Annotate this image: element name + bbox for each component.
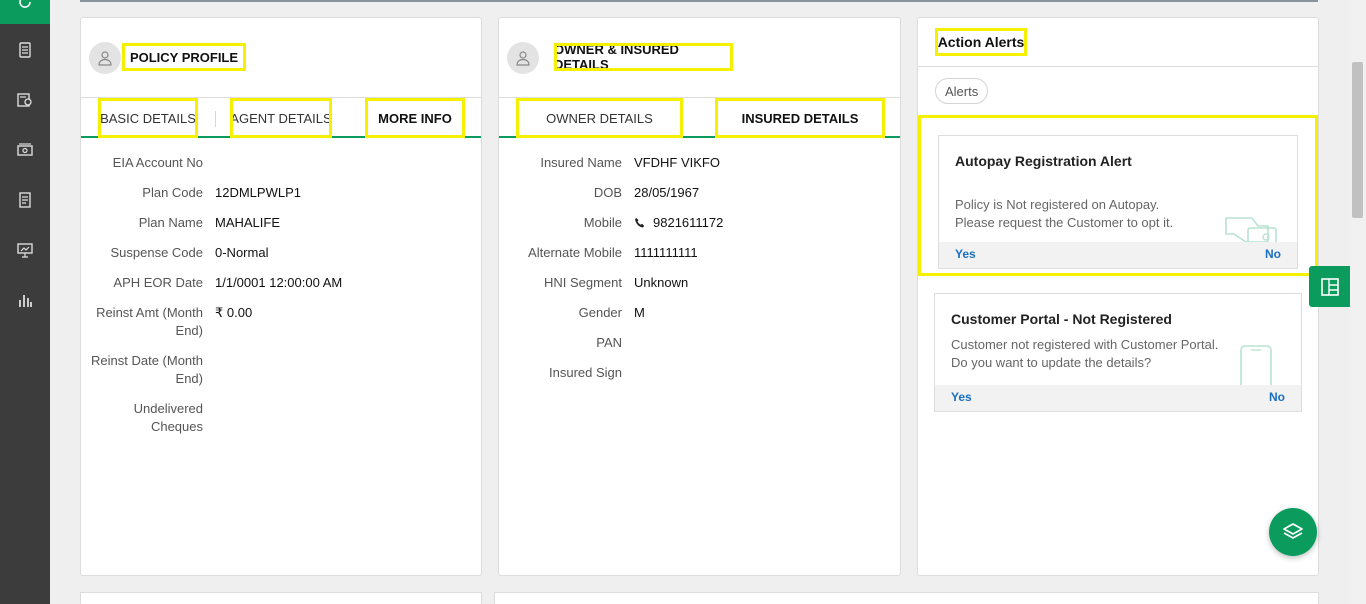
field-label: Insured Name	[540, 155, 622, 170]
user-icon	[98, 51, 112, 66]
scrollbar-thumb[interactable]	[1352, 62, 1363, 218]
field-value: Unknown	[634, 275, 689, 290]
field-label: Suspense Code	[110, 245, 203, 260]
owner-insured-tabs: OWNER DETAILS INSURED DETAILS	[499, 98, 900, 138]
tab-more-info[interactable]: MORE INFO	[365, 98, 465, 138]
document-icon[interactable]	[15, 40, 35, 60]
field-label: EIA Account No	[112, 155, 203, 170]
layers-fab-button[interactable]	[1269, 508, 1317, 556]
alert-line: Do you want to update the details?	[951, 355, 1152, 370]
field-value: 0-Normal	[215, 245, 269, 260]
phone-icon	[635, 218, 645, 228]
owner-insured-card: OWNER & INSURED DETAILS OWNER DETAILS IN…	[498, 17, 901, 576]
field-value: 9821611172	[653, 215, 724, 230]
money-icon[interactable]	[15, 140, 35, 160]
field-label: DOB	[593, 185, 622, 200]
field-label: Insured Sign	[549, 365, 622, 380]
field-label: Alternate Mobile	[528, 245, 622, 260]
tab-insured-details[interactable]: INSURED DETAILS	[715, 98, 885, 138]
field-value: 28/05/1967	[634, 185, 700, 200]
field-value: VFDHF VIKFO	[634, 155, 720, 170]
alert-footer: Yes No	[935, 385, 1301, 411]
alert-line: Policy is Not registered on Autopay.	[955, 197, 1160, 212]
field-value: MAHALIFE	[215, 215, 281, 230]
field-label: Reinst Amt (Month End)	[96, 305, 203, 338]
field-label: APH EOR Date	[113, 275, 203, 290]
tab-agent-details[interactable]: AGENT DETAILS	[230, 98, 332, 138]
refresh-icon	[19, 0, 31, 8]
lower-card	[494, 592, 1319, 604]
mobile-phone-icon	[1240, 345, 1272, 386]
policy-profile-card: POLICY PROFILE BASIC DETAILS AGENT DETAI…	[80, 17, 482, 576]
field-value: 1/1/0001 12:00:00 AM	[215, 275, 343, 290]
field-value: ₹ 0.00	[215, 305, 253, 320]
card-header: POLICY PROFILE	[81, 18, 481, 98]
field-label: PAN	[596, 335, 622, 350]
policy-profile-tabs: BASIC DETAILS AGENT DETAILS MORE INFO	[81, 98, 481, 138]
yes-button[interactable]: Yes	[951, 390, 972, 404]
layout-icon	[1320, 277, 1339, 296]
header-divider	[80, 0, 1318, 2]
autopay-alert-card: Autopay Registration Alert Policy is Not…	[938, 135, 1298, 269]
field-label: Reinst Date (Month End)	[91, 353, 203, 386]
avatar	[507, 42, 539, 74]
tab-separator	[215, 111, 216, 127]
alert-line: Customer not registered with Customer Po…	[951, 337, 1219, 352]
yes-button[interactable]: Yes	[955, 247, 976, 261]
divider	[918, 66, 1318, 67]
layout-toggle-button[interactable]	[1309, 266, 1350, 307]
alert-title: Autopay Registration Alert	[955, 153, 1132, 169]
alert-line: Please request the Customer to opt it.	[955, 215, 1174, 230]
left-sidebar	[0, 0, 50, 604]
avatar	[89, 42, 121, 74]
card-header: OWNER & INSURED DETAILS	[499, 18, 900, 98]
alerts-filter-pill[interactable]: Alerts	[935, 78, 989, 104]
field-label: HNI Segment	[543, 275, 622, 290]
policy-search-icon[interactable]	[15, 90, 35, 110]
field-value: 1111111111	[634, 245, 698, 260]
lower-card	[80, 592, 482, 604]
sidebar-active-item[interactable]	[0, 0, 50, 24]
field-label: Plan Name	[138, 215, 203, 230]
field-label: Plan Code	[142, 185, 203, 200]
bar-chart-icon[interactable]	[15, 290, 35, 310]
user-icon	[516, 51, 530, 66]
field-label: Undelivered Cheques	[133, 401, 203, 434]
owner-insured-title: OWNER & INSURED DETAILS	[554, 42, 733, 72]
field-value: M	[634, 305, 645, 320]
presentation-icon[interactable]	[15, 240, 35, 260]
no-button[interactable]: No	[1265, 247, 1281, 261]
no-button[interactable]: No	[1269, 390, 1285, 404]
customer-portal-alert-card: Customer Portal - Not Registered Custome…	[934, 293, 1302, 412]
alert-title: Customer Portal - Not Registered	[951, 311, 1172, 327]
receipt-icon[interactable]	[15, 190, 35, 210]
tab-owner-details[interactable]: OWNER DETAILS	[516, 98, 683, 138]
alert-footer: Yes No	[939, 242, 1297, 268]
layers-icon	[1283, 523, 1303, 539]
field-label: Mobile	[583, 215, 622, 230]
policy-profile-title: POLICY PROFILE	[122, 43, 246, 71]
tab-basic-details[interactable]: BASIC DETAILS	[98, 98, 198, 138]
field-value: 12DMLPWLP1	[215, 185, 301, 200]
action-alerts-title: Action Alerts	[935, 28, 1027, 56]
field-label: Gender	[578, 305, 622, 320]
